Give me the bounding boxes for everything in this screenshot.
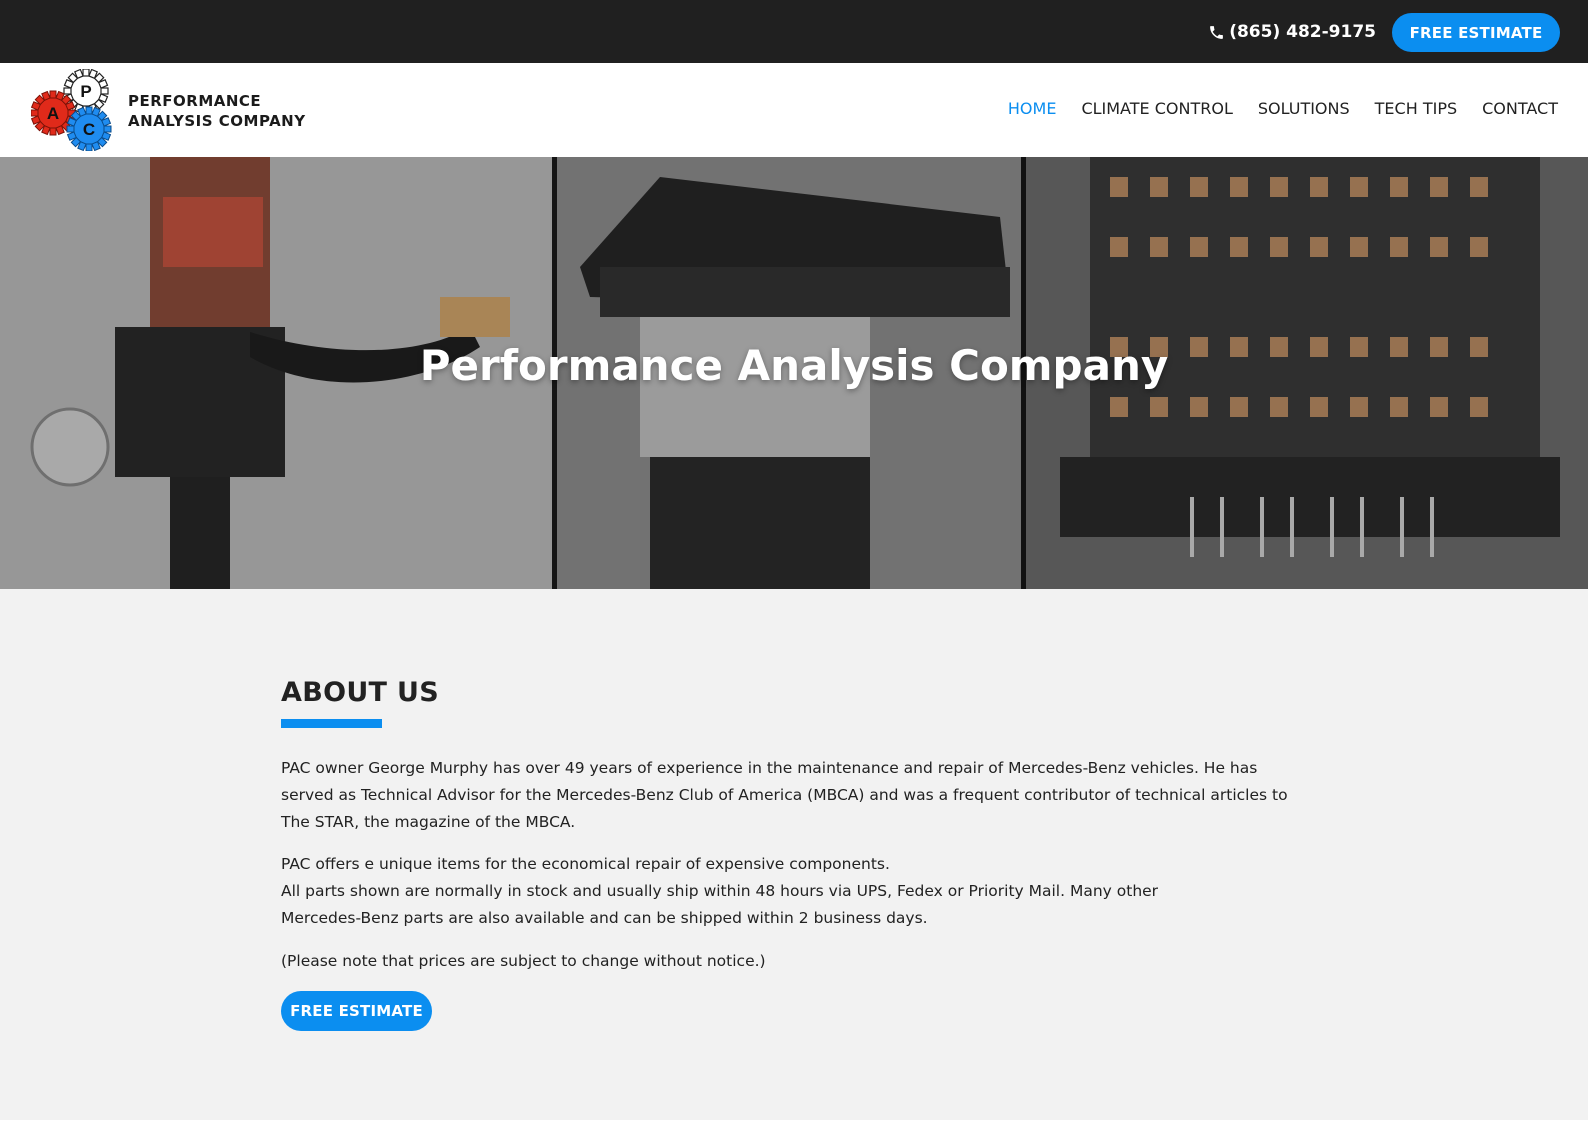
logo[interactable]: P A C <box>30 68 116 152</box>
site-header: P A C PERFORMANCE ANALYSIS COMPANY HOME … <box>0 63 1588 157</box>
hero-banner: Performance Analysis Company <box>0 157 1588 589</box>
title-underline <box>281 719 382 728</box>
svg-text:A: A <box>47 104 59 123</box>
phone-link[interactable]: (865) 482-9175 <box>1208 18 1376 46</box>
about-paragraph-2: PAC offers e unique items for the econom… <box>281 851 1291 932</box>
main-nav: HOME CLIMATE CONTROL SOLUTIONS TECH TIPS… <box>1008 99 1558 118</box>
nav-item-contact[interactable]: CONTACT <box>1482 99 1558 118</box>
about-title: ABOUT US <box>281 677 439 708</box>
phone-number: (865) 482-9175 <box>1229 22 1376 42</box>
about-paragraph-3: (Please note that prices are subject to … <box>281 952 766 970</box>
nav-item-home[interactable]: HOME <box>1008 99 1057 118</box>
brand-line-2: ANALYSIS COMPANY <box>128 112 306 130</box>
svg-text:P: P <box>80 82 91 101</box>
free-estimate-button-top[interactable]: FREE ESTIMATE <box>1392 13 1560 52</box>
hero-title: Performance Analysis Company <box>419 341 1169 390</box>
about-paragraph-2b: All parts shown are normally in stock an… <box>281 882 1159 927</box>
footer-strip <box>0 1120 1588 1138</box>
nav-item-tech-tips[interactable]: TECH TIPS <box>1375 99 1457 118</box>
about-paragraph-2a: PAC offers e unique items for the econom… <box>281 855 890 873</box>
brand-name[interactable]: PERFORMANCE ANALYSIS COMPANY <box>128 91 306 131</box>
top-bar: (865) 482-9175 FREE ESTIMATE <box>0 0 1588 63</box>
svg-text:C: C <box>83 120 95 139</box>
nav-item-solutions[interactable]: SOLUTIONS <box>1258 99 1350 118</box>
brand-line-1: PERFORMANCE <box>128 92 262 110</box>
phone-icon <box>1208 24 1225 41</box>
about-section: ABOUT US PAC owner George Murphy has ove… <box>0 589 1588 1120</box>
nav-item-climate-control[interactable]: CLIMATE CONTROL <box>1081 99 1232 118</box>
about-paragraph-1: PAC owner George Murphy has over 49 year… <box>281 759 1288 831</box>
free-estimate-button[interactable]: FREE ESTIMATE <box>281 991 432 1031</box>
